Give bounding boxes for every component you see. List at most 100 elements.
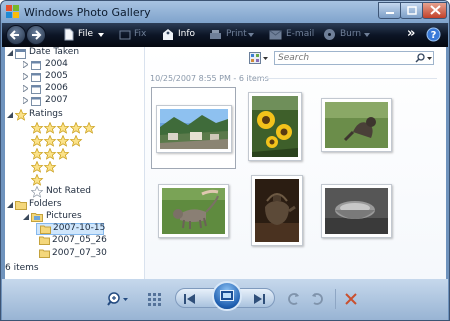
search-box[interactable] — [274, 51, 434, 65]
folder-icon — [39, 249, 50, 258]
rating-not-rated[interactable]: Not Rated — [31, 186, 121, 198]
info-tag-icon — [163, 29, 173, 40]
next-button[interactable] — [249, 292, 269, 306]
subfolder-label: 2007_07_30 — [52, 248, 107, 258]
status-item-count: 6 items — [5, 263, 39, 273]
group-header: 10/25/2007 8:55 PM - 6 items — [150, 74, 269, 83]
collapse-arrow-icon — [7, 202, 13, 208]
printer-icon — [210, 30, 221, 39]
bottom-controls — [2, 279, 448, 320]
zoom-magnifier-icon — [107, 292, 128, 306]
three-stars-icon — [30, 147, 70, 160]
rotate-left-icon — [288, 293, 299, 305]
tree-folder[interactable]: 2007_07_30 — [36, 248, 126, 260]
more-commands-button[interactable]: » — [407, 26, 415, 41]
calendar-icon — [31, 73, 41, 82]
rating-5-stars[interactable] — [30, 121, 101, 134]
zoom-button[interactable] — [106, 290, 130, 308]
photo-mountain-village — [160, 109, 228, 149]
rating-3-stars[interactable] — [30, 147, 73, 160]
photo-cat-walking — [162, 188, 225, 234]
file-icon — [64, 28, 74, 41]
subfolder-label: 2007_05_26 — [52, 235, 107, 245]
close-icon — [430, 5, 441, 15]
search-dropdown-icon[interactable] — [427, 57, 432, 60]
photo-sunflowers — [252, 96, 298, 157]
collapse-arrow-icon — [7, 50, 13, 56]
svg-text:?: ? — [431, 30, 437, 41]
slideshow-button[interactable] — [212, 281, 242, 311]
skip-next-icon — [254, 294, 265, 304]
subfolder-label: 2007-10-15 — [53, 223, 106, 233]
info-button[interactable]: Info — [178, 29, 195, 39]
thumbnail-pane: 10/25/2007 8:55 PM - 6 items — [145, 47, 446, 279]
photo-thumbnail[interactable] — [321, 184, 392, 238]
tree-year-label: 2006 — [45, 83, 68, 93]
forward-button[interactable] — [26, 25, 46, 45]
photo-thumbnail[interactable] — [158, 184, 229, 238]
window-title: Windows Photo Gallery — [24, 6, 151, 19]
tree-folder-selected[interactable]: 2007-10-15 — [36, 223, 106, 235]
back-button[interactable] — [6, 25, 26, 45]
delete-x-icon — [345, 293, 357, 305]
dropdown-arrow-icon — [98, 33, 104, 37]
tree-folders-label: Folders — [29, 199, 62, 209]
photo-thumbnail[interactable] — [156, 105, 232, 153]
empty-star-icon — [31, 186, 43, 198]
calendar-icon — [31, 61, 41, 70]
expand-arrow-icon — [23, 73, 28, 80]
search-icon[interactable] — [415, 53, 425, 63]
rotate-counterclockwise-button[interactable] — [287, 291, 301, 307]
folder-icon — [15, 201, 27, 210]
four-stars-icon — [30, 134, 83, 147]
photo-thumbnail[interactable] — [248, 92, 302, 161]
rating-2-stars[interactable] — [30, 160, 59, 173]
command-toolbar: File Fix Info Print E-mail Burn » ? — [2, 23, 448, 47]
expand-arrow-icon — [23, 85, 28, 92]
calendar-icon — [31, 85, 41, 94]
maximize-button[interactable] — [400, 2, 423, 19]
previous-button[interactable] — [181, 292, 201, 306]
dropdown-arrow-icon — [248, 33, 254, 37]
pictures-folder-icon — [31, 213, 43, 222]
tree-folder[interactable]: 2007_05_26 — [36, 235, 126, 247]
actual-size-button[interactable] — [147, 292, 161, 306]
help-icon[interactable]: ? — [426, 27, 441, 42]
group-divider — [263, 78, 437, 79]
title-bar[interactable]: Windows Photo Gallery — [1, 1, 449, 23]
separator — [335, 289, 336, 309]
skip-previous-icon — [184, 294, 195, 304]
dropdown-arrow-icon — [364, 33, 370, 37]
close-button[interactable] — [422, 2, 447, 19]
collapse-arrow-icon — [7, 112, 13, 118]
burn-button[interactable]: Burn — [340, 29, 361, 39]
fix-button[interactable]: Fix — [134, 29, 146, 39]
photo-cat-on-grass — [325, 102, 388, 148]
file-menu[interactable]: File — [78, 29, 93, 39]
tree-year-label: 2005 — [45, 71, 68, 81]
burn-disc-icon — [324, 29, 335, 40]
content-area: Date Taken 2004 2005 2006 2007 Ratings N… — [5, 47, 446, 279]
windows-logo-icon — [6, 5, 19, 18]
search-input[interactable] — [278, 52, 403, 64]
expand-arrow-icon — [23, 61, 28, 68]
view-options-button[interactable] — [249, 51, 269, 65]
print-button[interactable]: Print — [226, 29, 247, 39]
rating-1-star[interactable] — [30, 173, 45, 186]
photo-bowl — [325, 188, 388, 234]
slideshow-icon — [220, 290, 234, 301]
tree-pictures-label: Pictures — [46, 211, 82, 221]
five-stars-icon — [30, 121, 96, 134]
minimize-button[interactable] — [378, 2, 401, 19]
email-button[interactable]: E-mail — [286, 29, 314, 39]
rating-4-stars[interactable] — [30, 134, 87, 147]
delete-button[interactable] — [344, 292, 358, 306]
tree-year-label: 2004 — [45, 59, 68, 69]
rotate-clockwise-button[interactable] — [310, 291, 324, 307]
maximize-icon — [407, 6, 417, 15]
photo-thumbnail[interactable] — [321, 98, 392, 152]
calendar-icon — [15, 49, 26, 59]
photo-thumbnail[interactable] — [251, 175, 303, 246]
arrow-right-icon — [32, 30, 42, 40]
two-stars-icon — [30, 160, 57, 173]
